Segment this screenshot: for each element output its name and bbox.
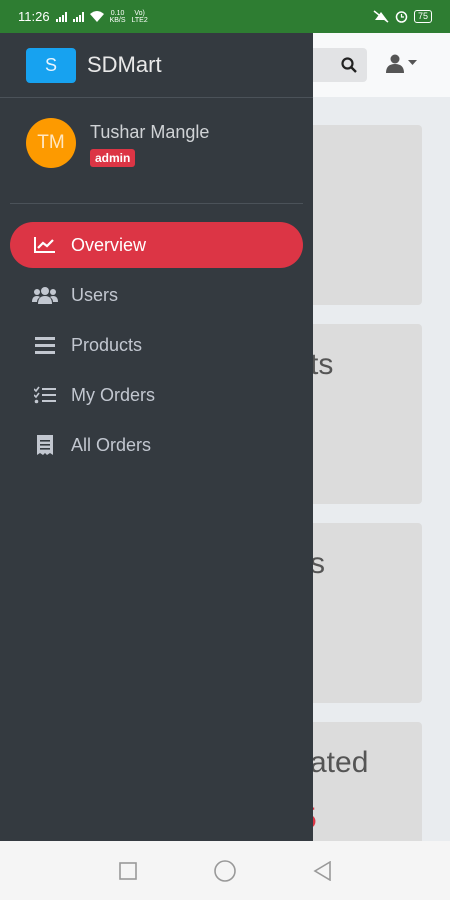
caret-down-icon [408, 60, 417, 65]
system-nav-bar [0, 841, 450, 900]
receipt-icon [32, 434, 58, 456]
alarm-icon [395, 11, 408, 23]
stat-card-1 [300, 125, 422, 305]
net-type-bottom: LTE2 [131, 16, 148, 24]
sidebar-item-my-orders[interactable]: My Orders [10, 372, 303, 418]
search-icon [341, 57, 357, 73]
sidebar-item-label: My Orders [71, 384, 156, 405]
sidebar-item-products[interactable]: Products [10, 322, 303, 368]
mute-icon [373, 10, 389, 23]
status-left: 11:26 0.10 KB/S Vo) LTE2 [18, 9, 148, 24]
sidebar-item-label: Users [71, 284, 119, 305]
list-icon [32, 334, 58, 356]
role-badge: admin [90, 149, 136, 167]
brand-logo: S [26, 47, 76, 83]
card-title: ated [310, 746, 369, 779]
sidebar-drawer: S SDMart TM Tushar Mangle admin Overview… [0, 33, 313, 841]
user-menu-button[interactable] [385, 53, 417, 73]
sidebar-item-all-orders[interactable]: All Orders [10, 422, 303, 468]
net-type: Vo) LTE2 [132, 10, 148, 24]
sidebar-nav: Overview Users Products My Orders All Or… [0, 204, 313, 468]
net-speed-unit: KB/S [109, 16, 126, 24]
stat-card-4: ated 5 [300, 722, 422, 841]
stat-card-2: ts [300, 324, 422, 504]
user-icon [386, 54, 404, 73]
sidebar-item-overview[interactable]: Overview [10, 222, 303, 268]
tasks-icon [32, 384, 58, 406]
signal-icon-2 [72, 11, 84, 22]
status-right: 75 [373, 10, 432, 23]
home-icon[interactable] [214, 859, 236, 882]
net-type-top: Vo) [134, 9, 145, 17]
user-name: Tushar Mangle [90, 122, 210, 142]
sidebar-item-label: Overview [71, 234, 147, 255]
brand-name: SDMart [87, 52, 162, 77]
brand-link[interactable]: S SDMart [0, 33, 313, 98]
net-speed: 0.10 KB/S [110, 10, 126, 24]
card-title: ts [310, 348, 334, 381]
recents-icon[interactable] [118, 861, 137, 880]
battery-icon: 75 [413, 10, 432, 23]
sidebar-item-label: Products [71, 334, 143, 355]
back-icon[interactable] [313, 860, 332, 881]
status-time: 11:26 [18, 9, 50, 24]
chart-line-icon [32, 234, 58, 256]
net-speed-value: 0.10 [110, 9, 125, 17]
wifi-icon [89, 11, 104, 22]
avatar: TM [26, 118, 76, 168]
sidebar-item-users[interactable]: Users [10, 272, 303, 318]
user-panel[interactable]: TM Tushar Mangle admin [0, 98, 313, 203]
stat-card-3: s [300, 523, 422, 703]
sidebar-item-label: All Orders [71, 434, 152, 455]
user-info: Tushar Mangle admin [90, 118, 209, 203]
users-icon [32, 284, 58, 306]
signal-icon [55, 11, 67, 22]
status-bar: 11:26 0.10 KB/S Vo) LTE2 75 [0, 0, 450, 33]
